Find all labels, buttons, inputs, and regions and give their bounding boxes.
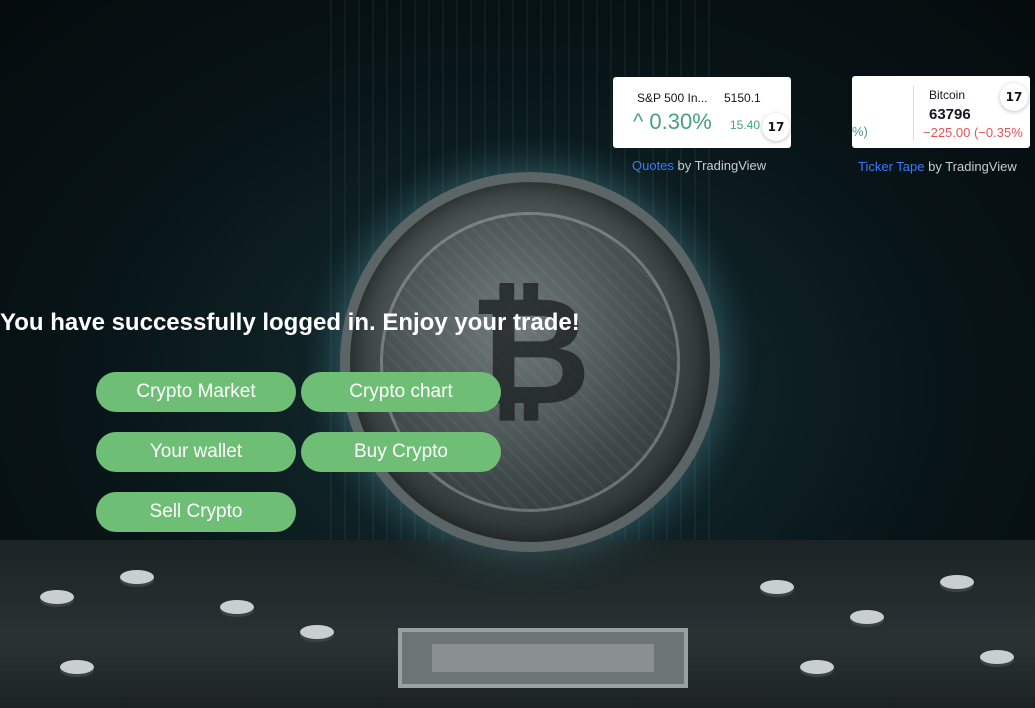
quotes-attribution: Quotes by TradingView xyxy=(632,158,766,173)
your-wallet-button[interactable]: Your wallet xyxy=(96,432,296,472)
ticker-previous-item-fragment: %) xyxy=(852,124,868,139)
tradingview-logo-icon[interactable]: 17 xyxy=(762,113,790,141)
ticker-tape-widget[interactable]: %) Bitcoin 63796 −225.00 (−0.35% 17 xyxy=(852,76,1030,148)
quotes-widget[interactable]: S&P 500 In... 5150.1 ^ 0.30% 15.40 17 xyxy=(613,77,791,148)
tradingview-logo-icon[interactable]: 17 xyxy=(1000,83,1028,111)
ticker-divider xyxy=(913,86,914,140)
sell-crypto-button[interactable]: Sell Crypto xyxy=(96,492,296,532)
quotes-symbol-name: S&P 500 In... xyxy=(637,91,708,105)
ticker-attribution: Ticker Tape by TradingView xyxy=(858,159,1017,174)
quotes-symbol-price: 5150.1 xyxy=(724,91,761,105)
processor-chip-decoration xyxy=(398,628,688,688)
ticker-attribution-suffix: by TradingView xyxy=(924,159,1017,174)
ticker-symbol-change: −225.00 (−0.35% xyxy=(923,125,1023,140)
bitcoin-coin-image: ₿ xyxy=(340,172,720,552)
quotes-attribution-link[interactable]: Quotes xyxy=(632,158,674,173)
quotes-percent-change: ^ 0.30% xyxy=(633,109,712,134)
crypto-chart-button[interactable]: Crypto chart xyxy=(301,372,501,412)
quotes-attribution-suffix: by TradingView xyxy=(673,158,767,173)
ticker-symbol-price: 63796 xyxy=(929,106,971,123)
login-success-page: ₿ S&P 500 In... 5150.1 ^ 0.30% 15.40 17 … xyxy=(0,0,1035,708)
quotes-absolute-change: 15.40 xyxy=(730,118,761,132)
login-success-message: You have successfully logged in. Enjoy y… xyxy=(0,309,580,336)
ticker-attribution-link[interactable]: Ticker Tape xyxy=(858,159,924,174)
crypto-market-button[interactable]: Crypto Market xyxy=(96,372,296,412)
buy-crypto-button[interactable]: Buy Crypto xyxy=(301,432,501,472)
ticker-symbol-name: Bitcoin xyxy=(929,88,966,102)
